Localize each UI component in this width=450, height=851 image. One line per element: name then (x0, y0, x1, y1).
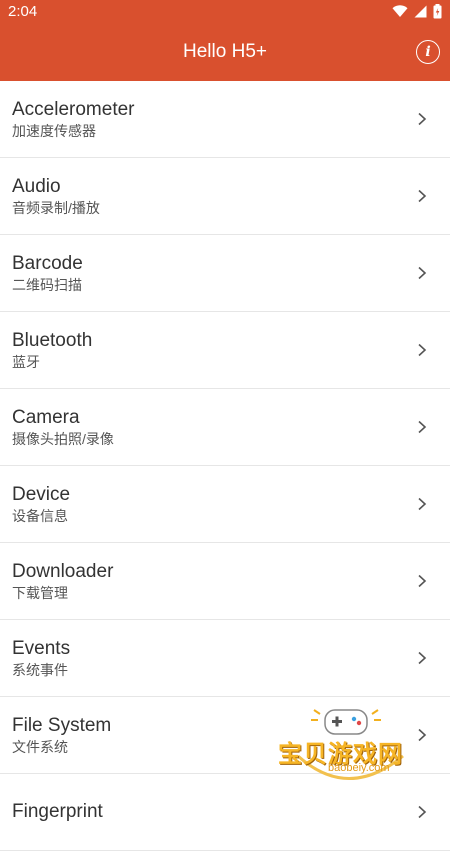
item-title: Barcode (12, 252, 83, 274)
chevron-right-icon (418, 343, 427, 357)
list-item-camera[interactable]: Camera 摄像头拍照/录像 (0, 389, 450, 466)
page-title: Hello H5+ (183, 40, 267, 62)
item-subtitle: 加速度传感器 (12, 122, 96, 139)
list-item-barcode[interactable]: Barcode 二维码扫描 (0, 235, 450, 312)
item-subtitle: 摄像头拍照/录像 (12, 430, 114, 447)
item-title: Fingerprint (12, 800, 103, 822)
chevron-right-icon (418, 805, 427, 819)
chevron-right-icon (418, 574, 427, 588)
item-title: Camera (12, 406, 80, 428)
signal-icon (414, 5, 427, 17)
chevron-right-icon (418, 189, 427, 203)
item-title: Device (12, 483, 71, 505)
status-bar: 2:04 (0, 0, 450, 22)
chevron-right-icon (418, 420, 427, 434)
item-subtitle: 蓝牙 (12, 353, 40, 370)
list-item-audio[interactable]: Audio 音频录制/播放 (0, 158, 450, 235)
item-title: Audio (12, 175, 61, 197)
list-item-accelerometer[interactable]: Accelerometer 加速度传感器 (0, 81, 450, 158)
item-title: Accelerometer (12, 98, 135, 120)
wifi-icon (392, 4, 408, 17)
info-icon[interactable]: i (416, 39, 440, 64)
chevron-right-icon (418, 728, 427, 742)
list-item-bluetooth[interactable]: Bluetooth 蓝牙 (0, 312, 450, 389)
list-item-events[interactable]: Events 系统事件 (0, 620, 450, 697)
chevron-right-icon (418, 112, 427, 126)
item-title: File System (12, 714, 112, 736)
status-icons (392, 3, 442, 19)
item-title: Downloader (12, 560, 114, 582)
list-item-downloader[interactable]: Downloader 下载管理 (0, 543, 450, 620)
list-item-device[interactable]: Device 设备信息 (0, 466, 450, 543)
status-time: 2:04 (8, 2, 38, 20)
api-list: Accelerometer 加速度传感器 Audio 音频录制/播放 Barco… (0, 81, 450, 851)
item-title: Bluetooth (12, 329, 93, 351)
battery-icon (433, 3, 442, 18)
item-subtitle: 设备信息 (12, 507, 68, 524)
item-subtitle: 文件系统 (12, 738, 68, 755)
chevron-right-icon (418, 266, 427, 280)
item-subtitle: 音频录制/播放 (12, 199, 100, 216)
chevron-right-icon (418, 651, 427, 665)
app-header: Hello H5+ i (0, 22, 450, 81)
list-item-file-system[interactable]: File System 文件系统 (0, 697, 450, 774)
item-title: Events (12, 637, 71, 659)
item-subtitle: 下载管理 (12, 584, 68, 601)
list-item-fingerprint[interactable]: Fingerprint (0, 774, 450, 851)
item-subtitle: 二维码扫描 (12, 276, 82, 293)
chevron-right-icon (418, 497, 427, 511)
item-subtitle: 系统事件 (12, 661, 68, 678)
